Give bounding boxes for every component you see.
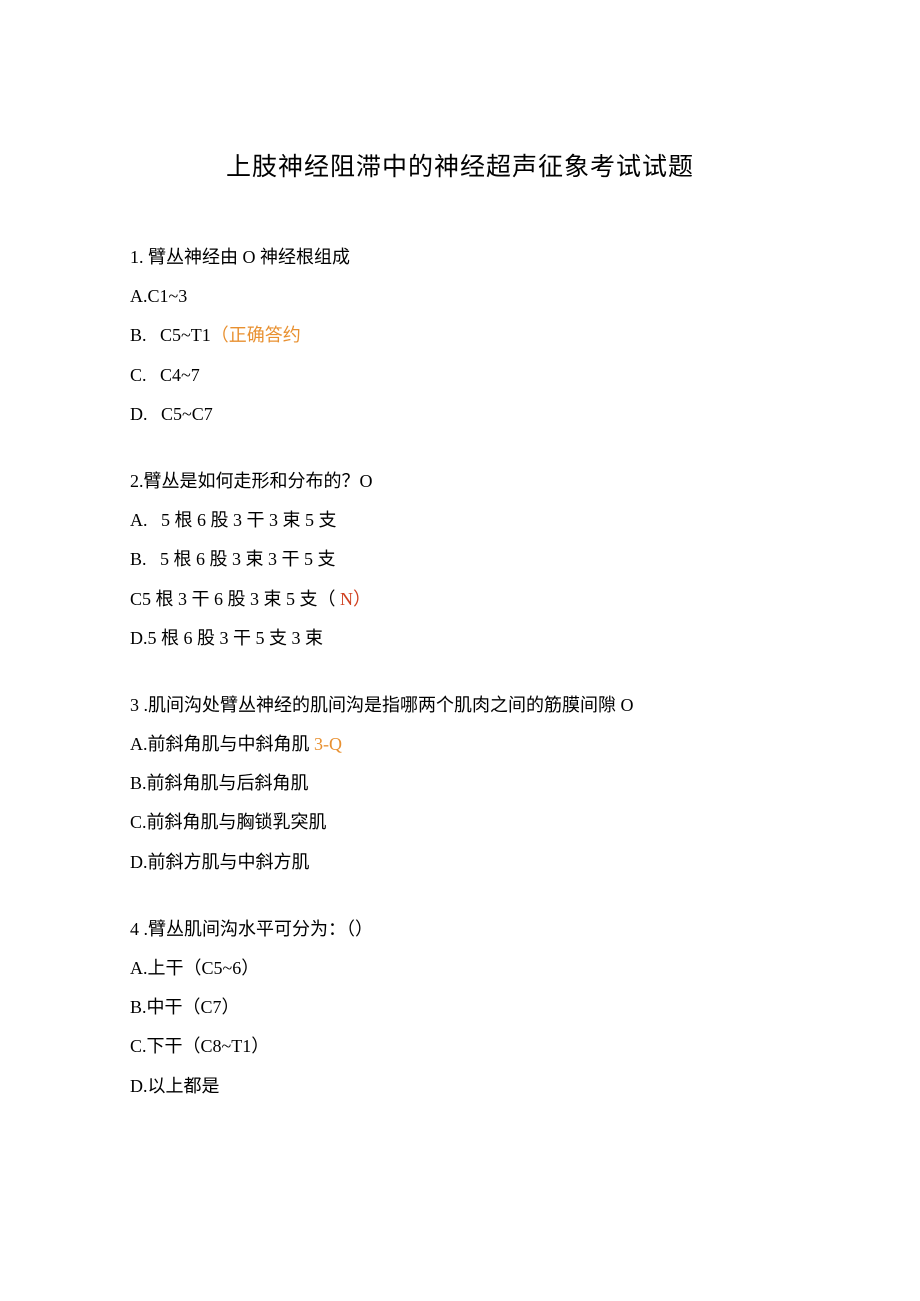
page-title: 上肢神经阻滞中的神经超声征象考试试题 xyxy=(130,150,790,185)
option: C.前斜角肌与胸锁乳突肌 xyxy=(130,810,790,835)
option: A.上干（C5~6） xyxy=(130,956,790,981)
option-prefix: D. xyxy=(130,1076,148,1096)
option: C. C4~7 xyxy=(130,363,790,388)
option-prefix: B. xyxy=(130,773,147,793)
option-text: 上干（C5~6） xyxy=(148,958,260,978)
option-highlight: 3-Q xyxy=(314,734,342,754)
option: A. 5 根 6 股 3 干 3 束 5 支 xyxy=(130,508,790,533)
option: B.中干（C7） xyxy=(130,995,790,1020)
option-highlight: N） xyxy=(340,589,371,609)
option: D.以上都是 xyxy=(130,1074,790,1099)
question: 2.臂丛是如何走形和分布的？O A. 5 根 6 股 3 干 3 束 5 支 B. … xyxy=(130,469,790,651)
option-prefix: A. xyxy=(130,734,148,754)
option-text: 前斜角肌与后斜角肌 xyxy=(147,773,309,793)
option-text: C5~C7 xyxy=(161,404,213,424)
option-prefix: B. xyxy=(130,997,147,1017)
option: C.下干（C8~T1） xyxy=(130,1034,790,1059)
question: 4 .臂丛肌间沟水平可分为：（）A.上干（C5~6）B.中干（C7）C.下干（C… xyxy=(130,917,790,1099)
question-text: 3 .肌间沟处臂丛神经的肌间沟是指哪两个肌肉之间的筋膜间隙 O xyxy=(130,693,790,718)
option: B.前斜角肌与后斜角肌 xyxy=(130,771,790,796)
option-text: 5 根 6 股 3 干 3 束 5 支 xyxy=(161,510,337,530)
option-prefix: B. xyxy=(130,325,160,345)
option-highlight: （正确答约 xyxy=(211,325,301,345)
question: 1. 臂丛神经由 O 神经根组成 A.C1~3 B. C5~T1（正确答约 C. C4… xyxy=(130,245,790,427)
option-text: 前斜角肌与胸锁乳突肌 xyxy=(147,812,327,832)
option-prefix: B. xyxy=(130,549,160,569)
option-text: 中干（C7） xyxy=(147,997,240,1017)
option-prefix: D. xyxy=(130,404,161,424)
option-text: 5 根 6 股 3 干 5 支 3 束 xyxy=(148,628,324,648)
option: D.前斜方肌与中斜方肌 xyxy=(130,850,790,875)
option-text: 以上都是 xyxy=(148,1076,220,1096)
option-prefix: D. xyxy=(130,628,148,648)
option-text: 前斜方肌与中斜方肌 xyxy=(148,852,310,872)
questions-container: 1. 臂丛神经由 O 神经根组成A.C1~3B. C5~T1（正确答约C. C4… xyxy=(130,245,790,1099)
option: C5 根 3 干 6 股 3 束 5 支（ N） xyxy=(130,587,790,612)
option-text: 5 根 6 股 3 束 3 干 5 支 xyxy=(160,549,336,569)
option: B. C5~T1（正确答约 xyxy=(130,323,790,348)
option-prefix: A. xyxy=(130,510,161,530)
option-text: C5 根 3 干 6 股 3 束 5 支（ xyxy=(130,589,340,609)
option-text: C5~T1 xyxy=(160,325,211,345)
option-text: C1~3 xyxy=(148,286,188,306)
question: 3 .肌间沟处臂丛神经的肌间沟是指哪两个肌肉之间的筋膜间隙 O A.前斜角肌与中斜… xyxy=(130,693,790,875)
option-text: 下干（C8~T1） xyxy=(147,1036,270,1056)
question-text: 2.臂丛是如何走形和分布的？O xyxy=(130,469,790,494)
option: A.前斜角肌与中斜角肌 3-Q xyxy=(130,732,790,757)
option-prefix: A. xyxy=(130,958,148,978)
option: D. C5~C7 xyxy=(130,402,790,427)
option-prefix: C. xyxy=(130,365,160,385)
option-prefix: C. xyxy=(130,812,147,832)
question-text: 4 .臂丛肌间沟水平可分为：（） xyxy=(130,917,790,942)
option-text: C4~7 xyxy=(160,365,200,385)
option: A.C1~3 xyxy=(130,284,790,309)
option: B. 5 根 6 股 3 束 3 干 5 支 xyxy=(130,547,790,572)
option: D.5 根 6 股 3 干 5 支 3 束 xyxy=(130,626,790,651)
question-text: 1. 臂丛神经由 O 神经根组成 xyxy=(130,245,790,270)
option-text: 前斜角肌与中斜角肌 xyxy=(148,734,315,754)
option-prefix: C. xyxy=(130,1036,147,1056)
option-prefix: A. xyxy=(130,286,148,306)
option-prefix: D. xyxy=(130,852,148,872)
